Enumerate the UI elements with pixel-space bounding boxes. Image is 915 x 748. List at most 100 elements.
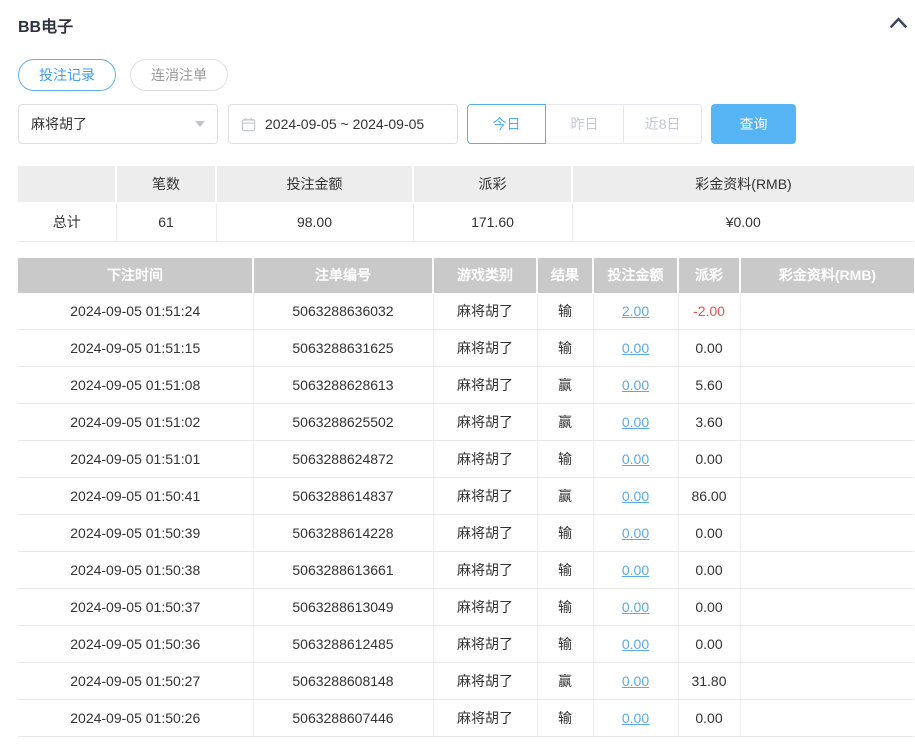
game-select-value: 麻将胡了 xyxy=(31,116,87,132)
bonus-cell xyxy=(740,329,914,367)
bet-amount-link[interactable]: 0.00 xyxy=(622,414,649,430)
bet-time-cell: 2024-09-05 01:50:38 xyxy=(18,551,254,589)
table-row: 2024-09-05 01:51:02 5063288625502 麻将胡了赢 0.0… xyxy=(18,403,914,441)
payout-cell: -2.00 xyxy=(678,292,741,330)
bet-amount-cell: 2.00 xyxy=(593,292,679,330)
table-row: 2024-09-05 01:50:27 5063288608148 麻将胡了赢 0.0… xyxy=(18,662,914,700)
summary-col-header xyxy=(18,166,117,204)
result-cell: 赢 xyxy=(537,662,594,700)
result-cell: 输 xyxy=(537,551,594,589)
bonus-cell xyxy=(740,625,914,663)
quick-range-today[interactable]: 今日 xyxy=(467,104,546,144)
bet-amount-cell: 0.00 xyxy=(593,625,679,663)
bet-time-cell: 2024-09-05 01:51:01 xyxy=(18,440,254,478)
records-table: 下注时间 注单编号 游戏类别 结果 投注金额 派彩 彩金资料(RMB) 2024-09-05… xyxy=(18,257,914,737)
order-number-cell: 5063288612485 xyxy=(253,625,434,663)
table-row: 2024-09-05 01:50:38 5063288613661 麻将胡了输 0.0… xyxy=(18,551,914,589)
date-range-value: 2024-09-05 ~ 2024-09-05 xyxy=(265,116,425,132)
bet-time-cell: 2024-09-05 01:50:36 xyxy=(18,625,254,663)
bet-amount-link[interactable]: 0.00 xyxy=(622,636,649,652)
bonus-cell xyxy=(740,403,914,441)
game-type-cell: 麻将胡了 xyxy=(433,403,538,441)
bonus-cell xyxy=(740,551,914,589)
payout-cell: 5.60 xyxy=(678,366,741,404)
bonus-cell xyxy=(740,699,914,737)
bet-amount-cell: 0.00 xyxy=(593,588,679,626)
result-cell: 输 xyxy=(537,514,594,552)
query-button[interactable]: 查询 xyxy=(711,104,796,144)
order-number-cell: 5063288608148 xyxy=(253,662,434,700)
quick-range-group: 今日 昨日 近8日 xyxy=(467,104,702,144)
bet-amount-link[interactable]: 0.00 xyxy=(622,673,649,689)
table-row: 2024-09-05 01:50:41 5063288614837 麻将胡了赢 0.0… xyxy=(18,477,914,515)
bonus-cell xyxy=(740,662,914,700)
caret-down-icon xyxy=(195,121,205,127)
game-type-cell: 麻将胡了 xyxy=(433,551,538,589)
bet-amount-cell: 0.00 xyxy=(593,551,679,589)
filter-bar: 麻将胡了 2024-09-05 ~ 2024-09-05 今日 昨日 近8日 查… xyxy=(18,104,915,144)
tab-bet-records[interactable]: 投注记录 xyxy=(18,59,116,91)
bet-amount-cell: 0.00 xyxy=(593,366,679,404)
summary-total-row: 总计 61 98.00 171.60 ¥0.00 xyxy=(18,203,914,242)
table-row: 2024-09-05 01:50:26 5063288607446 麻将胡了输 0.0… xyxy=(18,699,914,737)
result-cell: 输 xyxy=(537,699,594,737)
order-number-cell: 5063288614228 xyxy=(253,514,434,552)
bonus-cell xyxy=(740,588,914,626)
order-number-cell: 5063288624872 xyxy=(253,440,434,478)
table-row: 2024-09-05 01:51:24 5063288636032 麻将胡了输 2.0… xyxy=(18,292,914,330)
bet-amount-link[interactable]: 0.00 xyxy=(622,340,649,356)
game-type-cell: 麻将胡了 xyxy=(433,625,538,663)
records-header-row: 下注时间 注单编号 游戏类别 结果 投注金额 派彩 彩金资料(RMB) xyxy=(18,257,914,293)
bonus-cell xyxy=(740,292,914,330)
records-col-header: 投注金额 xyxy=(593,257,679,293)
summary-col-header: 彩金资料(RMB) xyxy=(572,166,914,204)
bb-games-panel: BB电子 投注记录 连消注单 麻将胡了 2024-09-05 ~ 2024-09… xyxy=(0,0,915,737)
bet-amount-link[interactable]: 0.00 xyxy=(622,599,649,615)
table-row: 2024-09-05 01:50:36 5063288612485 麻将胡了输 0.0… xyxy=(18,625,914,663)
bet-amount-link[interactable]: 2.00 xyxy=(622,303,649,319)
game-type-cell: 麻将胡了 xyxy=(433,329,538,367)
game-select[interactable]: 麻将胡了 xyxy=(18,104,218,144)
order-number-cell: 5063288631625 xyxy=(253,329,434,367)
result-cell: 输 xyxy=(537,588,594,626)
payout-cell: 0.00 xyxy=(678,514,741,552)
result-cell: 输 xyxy=(537,329,594,367)
order-number-cell: 5063288636032 xyxy=(253,292,434,330)
result-cell: 输 xyxy=(537,625,594,663)
bet-time-cell: 2024-09-05 01:50:27 xyxy=(18,662,254,700)
bet-time-cell: 2024-09-05 01:51:08 xyxy=(18,366,254,404)
result-cell: 赢 xyxy=(537,403,594,441)
tab-cancelled-orders[interactable]: 连消注单 xyxy=(130,59,228,91)
summary-col-header: 笔数 xyxy=(116,166,217,204)
summary-col-header: 派彩 xyxy=(413,166,573,204)
collapse-button[interactable] xyxy=(889,16,914,34)
bet-time-cell: 2024-09-05 01:50:37 xyxy=(18,588,254,626)
bet-amount-link[interactable]: 0.00 xyxy=(622,488,649,504)
bet-time-cell: 2024-09-05 01:50:26 xyxy=(18,699,254,737)
date-range-picker[interactable]: 2024-09-05 ~ 2024-09-05 xyxy=(228,104,458,144)
bet-amount-link[interactable]: 0.00 xyxy=(622,525,649,541)
records-col-header: 游戏类别 xyxy=(433,257,538,293)
bet-amount-link[interactable]: 0.00 xyxy=(622,562,649,578)
bet-amount-cell: 0.00 xyxy=(593,477,679,515)
bet-amount-link[interactable]: 0.00 xyxy=(622,710,649,726)
bet-time-cell: 2024-09-05 01:50:41 xyxy=(18,477,254,515)
order-number-cell: 5063288613661 xyxy=(253,551,434,589)
tab-bar: 投注记录 连消注单 xyxy=(18,59,915,91)
bet-amount-link[interactable]: 0.00 xyxy=(622,377,649,393)
summary-table: 笔数 投注金额 派彩 彩金资料(RMB) 总计 61 98.00 171.60 ¥0.00 xyxy=(18,166,914,242)
quick-range-yesterday[interactable]: 昨日 xyxy=(545,104,624,144)
records-body: 2024-09-05 01:51:24 5063288636032 麻将胡了输 2.0… xyxy=(18,292,914,737)
table-row: 2024-09-05 01:50:39 5063288614228 麻将胡了输 0.0… xyxy=(18,514,914,552)
result-cell: 输 xyxy=(537,440,594,478)
bet-amount-cell: 0.00 xyxy=(593,699,679,737)
bet-amount-link[interactable]: 0.00 xyxy=(622,451,649,467)
order-number-cell: 5063288613049 xyxy=(253,588,434,626)
payout-cell: 0.00 xyxy=(678,699,741,737)
order-number-cell: 5063288628613 xyxy=(253,366,434,404)
payout-cell: 0.00 xyxy=(678,440,741,478)
order-number-cell: 5063288625502 xyxy=(253,403,434,441)
bet-amount-cell: 0.00 xyxy=(593,514,679,552)
page-title: BB电子 xyxy=(18,19,74,36)
quick-range-last-8-days[interactable]: 近8日 xyxy=(623,104,702,144)
